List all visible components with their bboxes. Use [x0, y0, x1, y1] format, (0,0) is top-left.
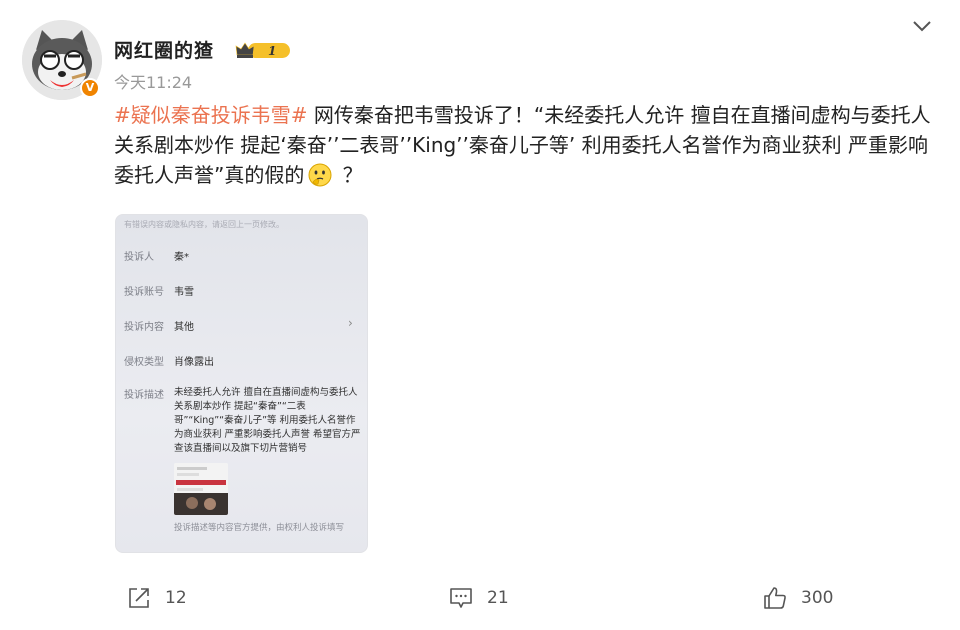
attachment-thumbnail	[174, 463, 228, 515]
share-icon	[129, 588, 149, 608]
like-button[interactable]: 300	[763, 585, 833, 611]
thumbs-up-icon	[764, 587, 786, 609]
verified-badge: V	[80, 78, 100, 98]
form-value-complainant: 秦*	[174, 252, 189, 263]
form-label-infringement: 侵权类型	[124, 357, 164, 368]
repost-count: 12	[165, 588, 187, 608]
form-footer-note: 投诉描述等内容官方提供，由权利人投诉填写	[174, 523, 345, 533]
form-value-content: 其他	[174, 322, 194, 333]
post-image[interactable]: 有错误内容或隐私内容，请返回上一页修改。 投诉人 秦* 投诉账号 韦雪 投诉内容…	[115, 214, 368, 553]
comment-count: 21	[487, 588, 509, 608]
form-label-complainant: 投诉人	[124, 252, 154, 263]
form-description-text: 未经委托人允许 擅自在直播间虚构与委托人关系剧本炒作 提起“秦奋”“二表哥”“K…	[174, 387, 361, 454]
like-count: 300	[801, 588, 834, 608]
post-time[interactable]: 今天11:24	[114, 69, 192, 93]
username[interactable]: 网红圈的猹	[114, 36, 214, 63]
thinking-face-emoji-icon	[308, 163, 332, 187]
comment-icon	[450, 588, 472, 608]
form-label-description: 投诉描述	[124, 390, 164, 401]
form-value-infringement: 肖像露出	[174, 357, 214, 368]
post-content: #疑似秦奋投诉韦雪# 网传秦奋把韦雪投诉了！“未经委托人允许 擅自在直播间虚构与…	[114, 100, 944, 190]
post-body-end: ？	[336, 163, 363, 187]
level-number: 1	[268, 44, 276, 58]
form-top-note: 有错误内容或隐私内容，请返回上一页修改。	[124, 220, 284, 229]
hashtag-link[interactable]: #疑似秦奋投诉韦雪#	[114, 103, 308, 127]
level-badge-icon[interactable]: 1	[234, 40, 292, 60]
form-label-account: 投诉账号	[124, 287, 164, 298]
repost-button[interactable]: 12	[127, 585, 187, 611]
comment-button[interactable]: 21	[449, 585, 509, 611]
chevron-down-icon[interactable]	[910, 14, 934, 38]
chevron-right-icon: ›	[348, 316, 353, 330]
form-label-content: 投诉内容	[124, 322, 164, 333]
form-value-account: 韦雪	[174, 287, 194, 298]
attachment-image-icon	[174, 463, 228, 515]
